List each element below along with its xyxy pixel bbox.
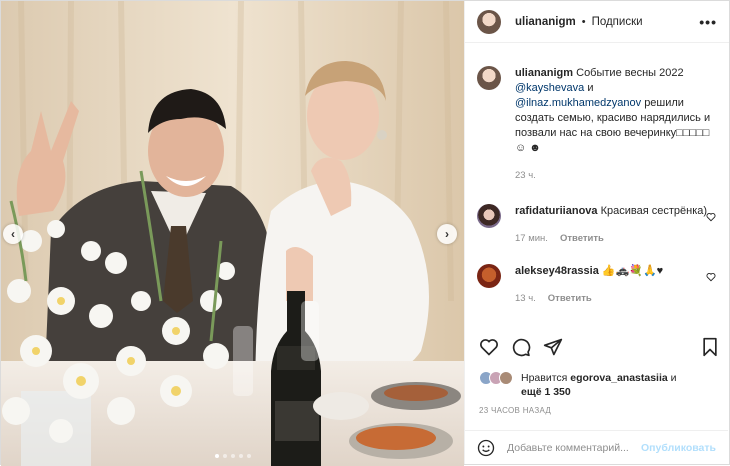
likes-prefix: Нравится (521, 372, 568, 384)
carousel-dot-1 (214, 454, 219, 458)
carousel-next-button[interactable]: › (437, 224, 457, 244)
caption-text-2: и (587, 82, 594, 94)
add-comment-bar: Добавьте комментарий... Опубликовать (465, 430, 728, 464)
likers-avatars[interactable] (479, 371, 513, 385)
commenter-avatar[interactable] (477, 264, 501, 288)
author-avatar[interactable] (477, 9, 501, 34)
carousel-dot-3 (230, 454, 235, 458)
instagram-post: ‹ › uliananigm • Подписки ••• uliananigm (0, 0, 730, 466)
commenter-username[interactable]: rafidaturiianova (515, 205, 598, 217)
comment-input[interactable]: Добавьте комментарий... (507, 442, 641, 454)
commenter-avatar[interactable] (477, 204, 501, 228)
action-bar (479, 337, 719, 361)
caption-text-1: Событие весны 2022 (576, 67, 684, 79)
comments-list: uliananigm Событие весны 2022 @kayshevav… (465, 54, 728, 326)
share-icon[interactable] (543, 337, 563, 357)
comment-meta: 17 мин. Ответить (515, 231, 707, 246)
post-photo[interactable]: ‹ › (1, 1, 464, 466)
comment-like-heart-icon[interactable] (706, 212, 716, 222)
follow-status-button[interactable]: Подписки (592, 16, 643, 28)
likes-middle: и (670, 372, 677, 384)
wedding-photo (1, 1, 464, 466)
smiley-icon[interactable] (477, 439, 495, 457)
carousel-dot-5 (246, 454, 251, 458)
carousel-dot-4 (238, 454, 243, 458)
header-separator: • (581, 15, 586, 28)
publish-button[interactable]: Опубликовать (641, 442, 716, 454)
caption-avatar[interactable] (477, 66, 501, 90)
bookmark-icon[interactable] (701, 337, 719, 357)
likes-text: Нравится egorova_anastasiia и ещё 1 350 (521, 371, 677, 399)
caption-username[interactable]: uliananigm (515, 67, 573, 79)
mention-link-1[interactable]: @kayshevava (515, 82, 584, 94)
post-timestamp[interactable]: 23 ЧАСОВ НАЗАД (479, 406, 551, 415)
comment-text: Красивая сестрёнка) (600, 205, 708, 217)
caption-emojis: ☺ ☻ (515, 142, 541, 154)
carousel-prev-button[interactable]: ‹ (3, 224, 23, 244)
caption-meta: 23 ч. (515, 168, 716, 183)
comment-like-heart-icon[interactable] (706, 272, 716, 282)
comment-time[interactable]: 17 мин. (515, 231, 548, 246)
comment-meta: 13 ч. Ответить (515, 291, 663, 306)
more-options-icon[interactable]: ••• (699, 14, 717, 30)
caption-time[interactable]: 23 ч. (515, 168, 536, 183)
author-username[interactable]: uliananigm (515, 16, 576, 28)
caption: uliananigm Событие весны 2022 @kayshevav… (477, 66, 716, 183)
likes-summary: Нравится egorova_anastasiia и ещё 1 350 (479, 371, 719, 399)
liker-username[interactable]: egorova_anastasiia (570, 372, 667, 384)
comment-icon[interactable] (511, 337, 531, 357)
carousel-indicator (1, 454, 464, 458)
caption-body: uliananigm Событие весны 2022 @kayshevav… (515, 66, 716, 183)
post-header: uliananigm • Подписки ••• (465, 1, 729, 43)
post-side-panel: uliananigm • Подписки ••• uliananigm Соб… (464, 1, 729, 464)
comment-item: aleksey48rassia 👍🚓💐🙏♥ 13 ч. Ответить (477, 264, 716, 306)
likes-count-button[interactable]: ещё 1 350 (521, 386, 571, 398)
reply-button[interactable]: Ответить (560, 231, 604, 246)
liker-avatar (499, 371, 513, 385)
mention-link-2[interactable]: @ilnaz.mukhamedzyanov (515, 97, 641, 109)
comment-text: 👍🚓💐🙏♥ (601, 265, 664, 277)
comment-item: rafidaturiianova Красивая сестрёнка) 17 … (477, 204, 716, 246)
heart-icon[interactable] (479, 337, 499, 357)
reply-button[interactable]: Ответить (548, 291, 592, 306)
comment-body: rafidaturiianova Красивая сестрёнка) 17 … (515, 204, 707, 246)
carousel-dot-2 (222, 454, 227, 458)
comment-time[interactable]: 13 ч. (515, 291, 536, 306)
commenter-username[interactable]: aleksey48rassia (515, 265, 599, 277)
comment-body: aleksey48rassia 👍🚓💐🙏♥ 13 ч. Ответить (515, 264, 663, 306)
